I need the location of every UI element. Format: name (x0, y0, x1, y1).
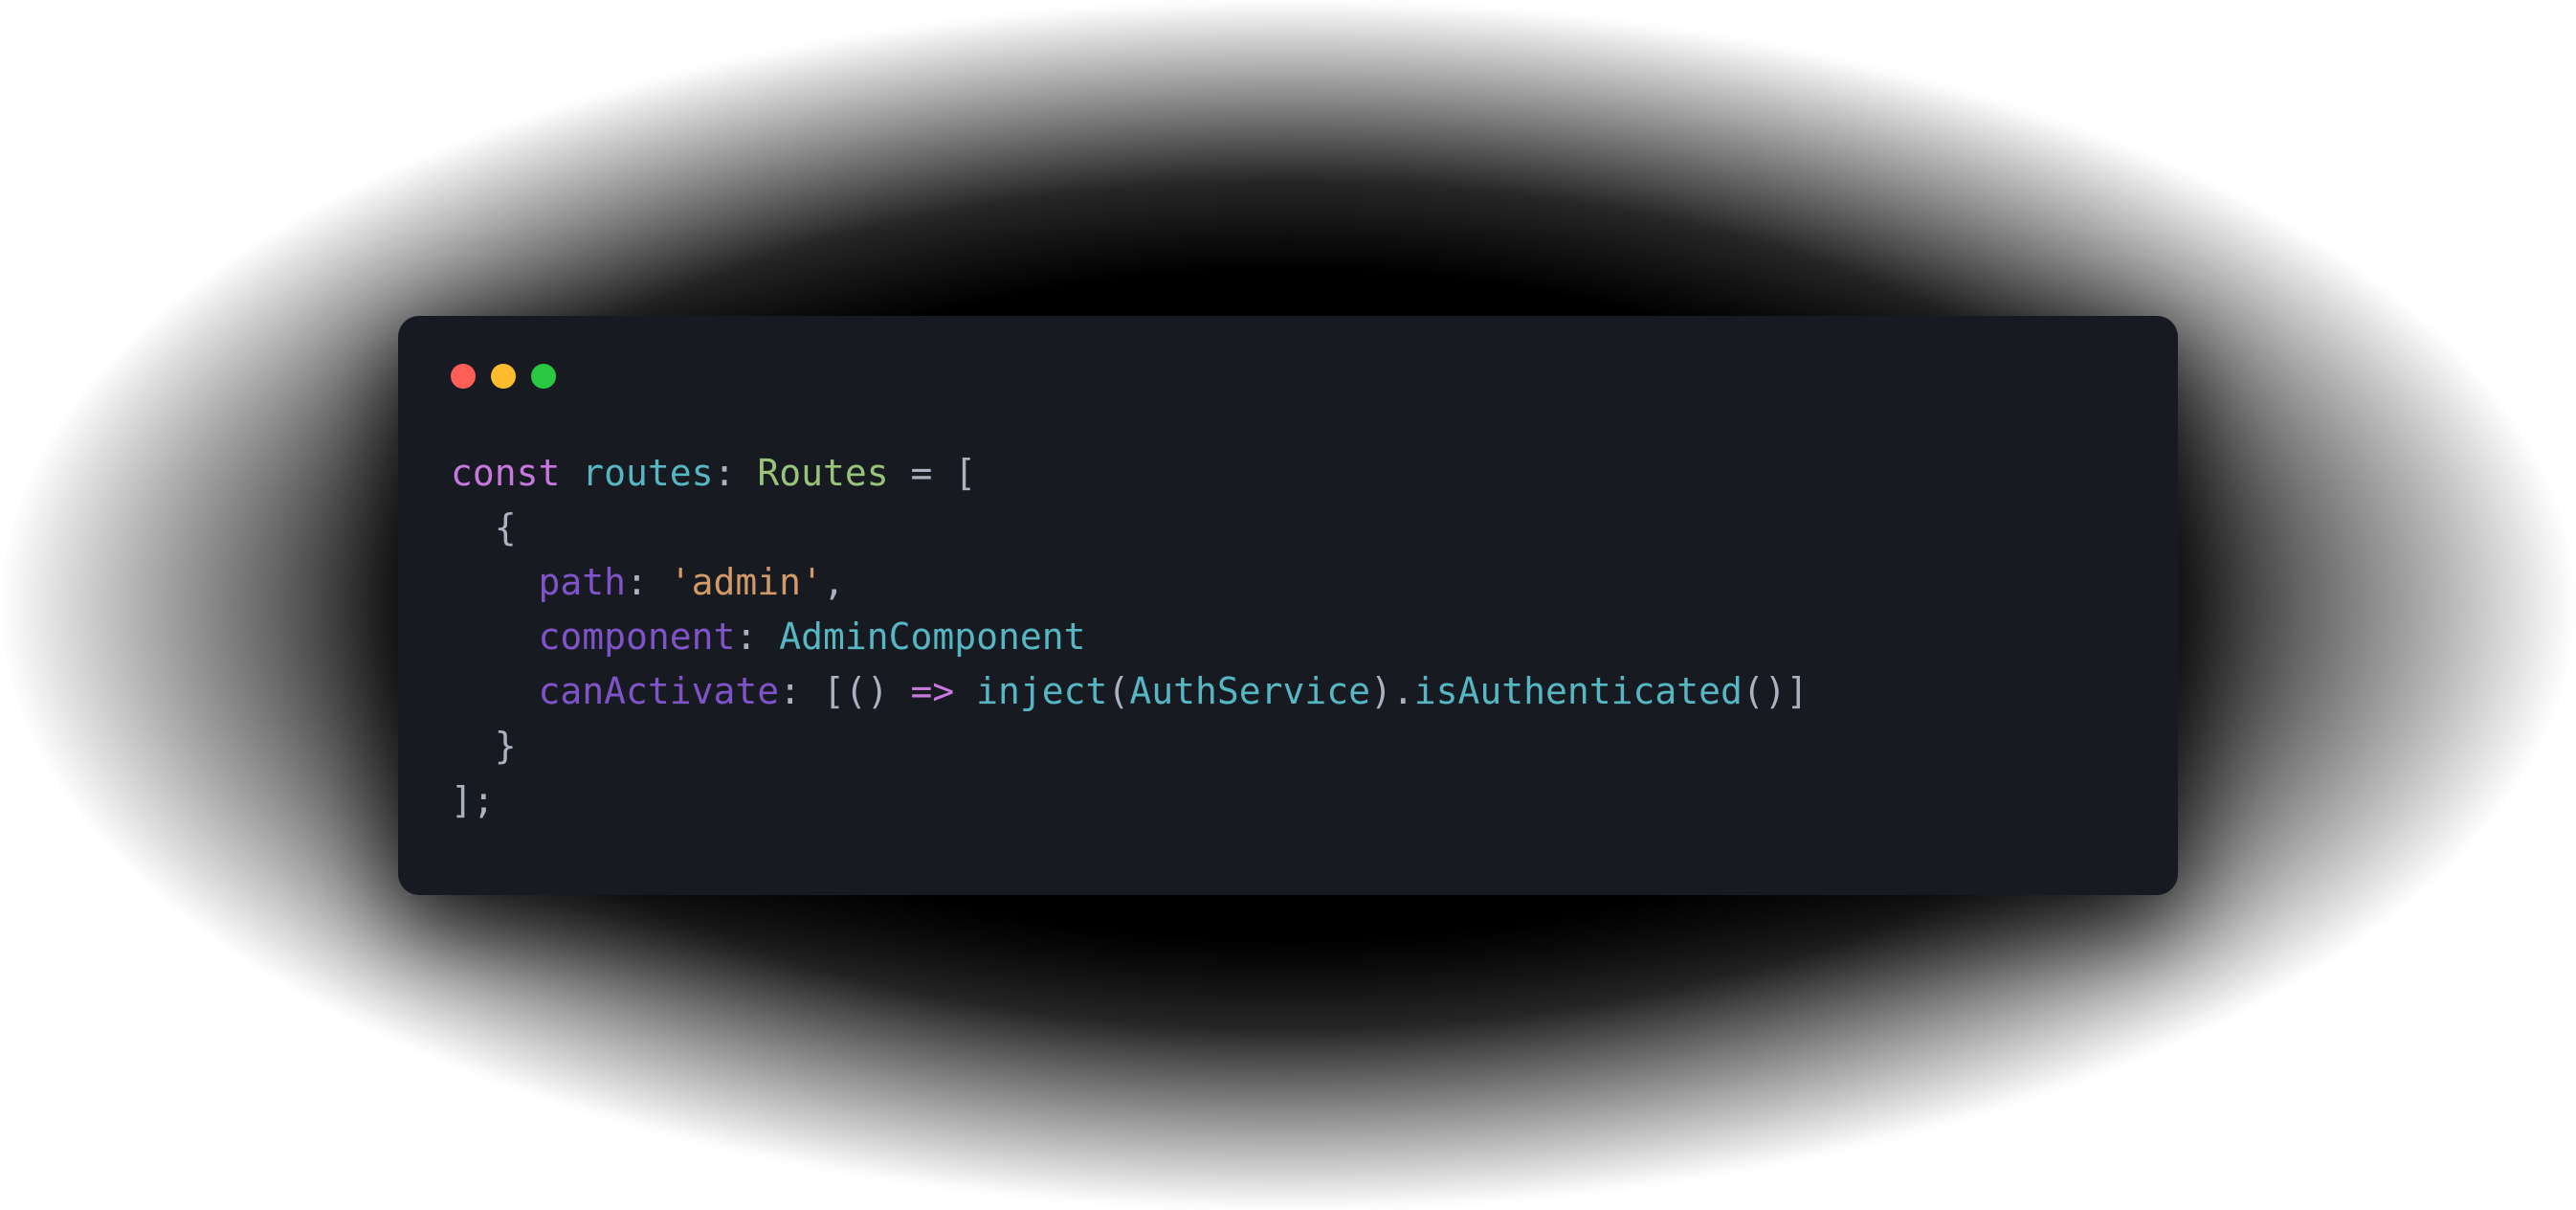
code-token: ()] (1743, 670, 1809, 712)
traffic-light-zoom-icon[interactable] (531, 364, 556, 389)
code-token: const (451, 452, 560, 494)
code-token: canActivate (539, 670, 780, 712)
code-token: ). (1370, 670, 1414, 712)
code-token: path (539, 561, 627, 603)
stage: const routes: Routes = [ { path: 'admin'… (0, 0, 2576, 1210)
code-token (451, 561, 539, 603)
code-token: AuthService (1129, 670, 1370, 712)
code-token: , (823, 561, 845, 603)
code-window: const routes: Routes = [ { path: 'admin'… (398, 316, 2178, 895)
code-token: ( (1107, 670, 1129, 712)
code-token: AdminComponent (779, 616, 1085, 658)
code-token: 'admin' (670, 561, 823, 603)
code-token: component (539, 616, 736, 658)
code-token: : [ (779, 670, 845, 712)
code-token: : (626, 561, 670, 603)
code-token: } (451, 725, 517, 767)
code-token (954, 670, 976, 712)
code-token: ]; (451, 779, 495, 821)
code-token: () (845, 670, 889, 712)
code-token: routes (582, 452, 713, 494)
code-token: : (714, 452, 758, 494)
code-token: = [ (889, 452, 977, 494)
code-token (451, 616, 539, 658)
window-titlebar (451, 364, 2125, 389)
code-token (451, 670, 539, 712)
traffic-light-close-icon[interactable] (451, 364, 476, 389)
code-token: isAuthenticated (1414, 670, 1743, 712)
code-token (560, 452, 582, 494)
code-token: Routes (757, 452, 888, 494)
code-token: { (451, 506, 517, 549)
code-token (889, 670, 911, 712)
code-block: const routes: Routes = [ { path: 'admin'… (451, 446, 2125, 828)
code-token: => (910, 670, 954, 712)
code-token: inject (976, 670, 1107, 712)
traffic-light-minimize-icon[interactable] (491, 364, 516, 389)
code-token: : (735, 616, 779, 658)
